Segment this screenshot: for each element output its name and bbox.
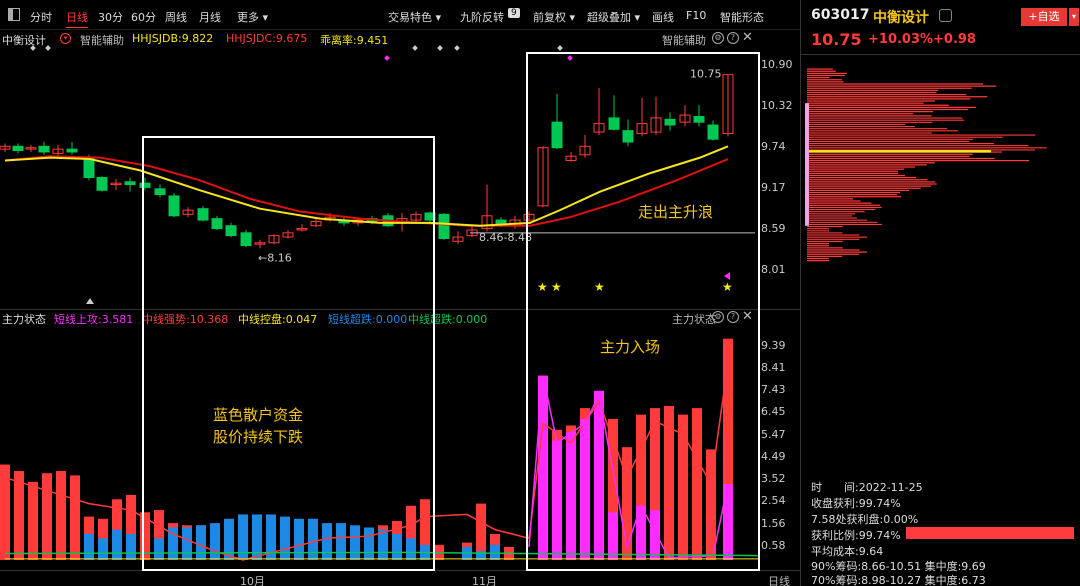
retail-funds-box — [142, 136, 435, 571]
candle-4 — [53, 145, 63, 156]
period-label: 日线 — [768, 573, 790, 586]
candle-1 — [13, 143, 23, 153]
chip-distribution-chart — [801, 55, 1080, 300]
stock-name: 中衡设计 — [873, 7, 929, 27]
chip-avg-cost: 平均成本:9.64 — [811, 543, 883, 559]
lower-tick: 0.58 — [761, 539, 797, 552]
toolbar-item-6[interactable]: 更多 ▾ — [237, 9, 268, 25]
range-label: 8.46-8.48 — [479, 231, 532, 244]
toolbar-item-10[interactable]: 超级叠加 ▾ — [587, 9, 640, 25]
toolbar-item-12[interactable]: F10 — [686, 9, 706, 22]
toolbar-item-1[interactable]: 日线 — [66, 9, 88, 28]
marker-diamond-1 — [45, 45, 51, 51]
stock-price: 10.75 — [811, 30, 862, 49]
nine-step-badge[interactable]: 9 — [508, 8, 520, 18]
marker-diamond-4 — [454, 45, 460, 51]
blue-bar-3 — [126, 534, 136, 560]
stock-change: +0.98 — [933, 32, 976, 47]
lower-tick: 5.47 — [761, 428, 797, 441]
candle-9 — [125, 177, 135, 191]
lower-tick: 4.49 — [761, 450, 797, 463]
candle-32 — [453, 231, 463, 244]
toolbar-item-4[interactable]: 周线 — [165, 9, 187, 25]
lower-tick: 8.41 — [761, 361, 797, 374]
marker-diamond-0 — [30, 45, 36, 51]
date-axis: 10月 11月 日线 — [0, 570, 800, 586]
toolbar-item-13[interactable]: 智能形态 — [720, 9, 764, 25]
chip-profit-ratio: 获利比例:99.74% — [811, 527, 901, 543]
main-force-box — [526, 52, 760, 571]
candle-8 — [111, 179, 121, 190]
add-watchlist-button[interactable]: +自选 — [1021, 8, 1067, 26]
blue-bar-1 — [98, 538, 108, 560]
retail-annotation-line2: 股价持续下跌 — [213, 426, 303, 447]
toolbar-item-5[interactable]: 月线 — [199, 9, 221, 25]
toolbar-item-11[interactable]: 画线 — [652, 9, 674, 25]
blue-bar-26 — [490, 545, 500, 560]
toolbar-item-8[interactable]: 九阶反转 — [460, 9, 504, 25]
stock-info-panel: 603017 中衡设计 +自选 ▾ 10.75 +10.03% +0.98 时 … — [800, 0, 1080, 586]
candle-2 — [26, 145, 36, 152]
price-tick: 10.32 — [761, 99, 797, 112]
wave-annotation: 走出主升浪 — [638, 201, 713, 222]
stock-pct: +10.03% — [868, 32, 933, 47]
price-tick: 8.59 — [761, 222, 797, 235]
candle-0 — [0, 143, 10, 152]
price-range-marker — [805, 103, 809, 226]
marker-diamond-5 — [557, 45, 563, 51]
lower-tick: 1.56 — [761, 517, 797, 530]
marker-diamond-3 — [437, 45, 443, 51]
chip-time: 时 间:2022-11-25 — [811, 479, 923, 495]
profit-ratio-bar — [906, 527, 1074, 539]
red-bar-2 — [28, 482, 38, 560]
price-tick: 8.01 — [761, 263, 797, 276]
toolbar-item-0[interactable]: 分时 — [30, 9, 52, 25]
red-bar-5 — [70, 475, 80, 560]
toolbar-item-7[interactable]: 交易特色 ▾ — [388, 9, 441, 25]
candle-5 — [67, 142, 77, 155]
price-tick: 10.90 — [761, 58, 797, 71]
bell-icon[interactable] — [939, 9, 952, 22]
candle-7 — [97, 176, 107, 192]
month-nov: 11月 — [472, 573, 497, 586]
lower-tick: 6.45 — [761, 405, 797, 418]
lower-tick: 3.52 — [761, 472, 797, 485]
magenta-marker — [384, 55, 390, 61]
lower-tick: 2.54 — [761, 494, 797, 507]
chart-area[interactable]: 分时 日线 30分 60分 周线 月线 更多 ▾ 交易特色 ▾ 九阶反转 前复权 ▾ 超级叠加 ▾ 画… — [0, 0, 800, 586]
price-tick: 9.17 — [761, 181, 797, 194]
red-bar-3 — [42, 473, 52, 560]
chart-toolbar: 分时 日线 30分 60分 周线 月线 更多 ▾ 交易特色 ▾ 九阶反转 前复权 ▾ 超级叠加 ▾ 画… — [0, 0, 800, 30]
marker-diamond-2 — [412, 45, 418, 51]
red-bar-4 — [56, 471, 66, 560]
toolbar-item-9[interactable]: 前复权 ▾ — [533, 9, 575, 25]
chip-close-profit: 收盘获利:99.74% — [811, 495, 901, 511]
watchlist-dropdown-button[interactable]: ▾ — [1069, 8, 1079, 26]
retail-annotation-line1: 蓝色散户资金 — [213, 404, 303, 425]
blue-bar-0 — [84, 534, 94, 560]
chip-at-price: 7.58处获利盘:0.00% — [811, 511, 918, 527]
candle-33 — [467, 226, 477, 237]
chip-70: 70%筹码:8.98-10.27 集中度:6.73 — [811, 572, 986, 586]
panel-toggle-icon[interactable] — [8, 8, 20, 21]
price-tick: 9.74 — [761, 140, 797, 153]
red-bar-1 — [14, 471, 24, 560]
lower-tick: 7.43 — [761, 383, 797, 396]
triangle-marker — [86, 298, 94, 304]
toolbar-item-2[interactable]: 30分 — [98, 9, 123, 25]
candle-31 — [439, 213, 449, 240]
toolbar-item-3[interactable]: 60分 — [131, 9, 156, 25]
main-force-annotation: 主力入场 — [600, 336, 660, 357]
candle-3 — [39, 142, 49, 155]
blue-bar-2 — [112, 530, 122, 560]
stock-code: 603017 — [811, 7, 869, 23]
month-oct: 10月 — [240, 573, 265, 586]
lower-tick: 9.39 — [761, 339, 797, 352]
